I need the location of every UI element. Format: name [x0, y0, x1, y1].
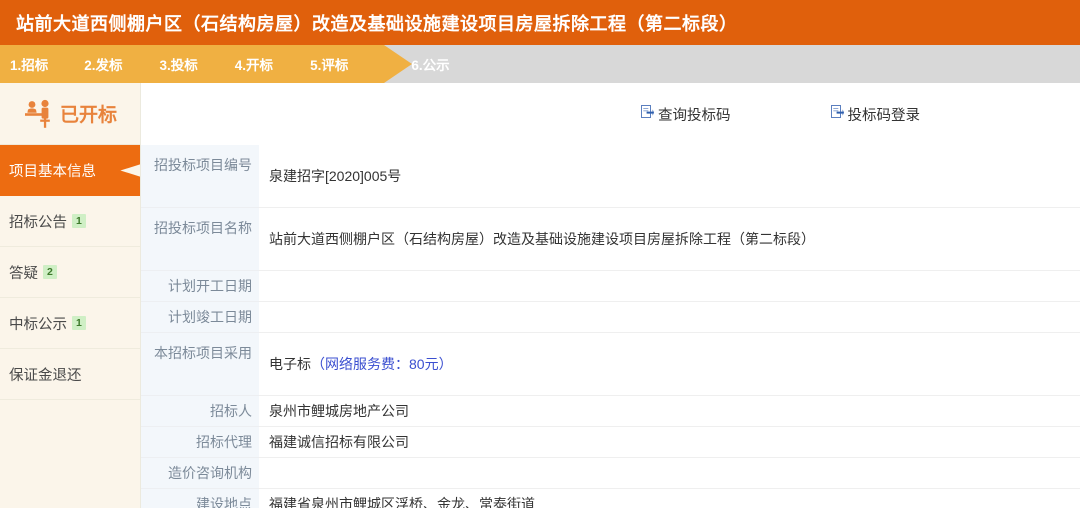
body-container: 已开标 项目基本信息 招标公告 1 答疑 2 中标公示 1 保证金退还 查询投标…	[0, 83, 1080, 508]
row-label: 建设地点	[141, 488, 259, 508]
row-value-note: （网络服务费：80元）	[311, 356, 453, 372]
step-list: 1.招标 2.发标 3.投标 4.开标 5.评标 6.公示	[0, 45, 1080, 83]
row-value	[259, 301, 1080, 333]
table-row: 招标人 泉州市鲤城房地产公司	[141, 395, 1080, 427]
sidebar-item-count-badge: 2	[43, 265, 57, 279]
row-label: 造价咨询机构	[141, 457, 259, 489]
row-value: 电子标（网络服务费：80元）	[259, 332, 1080, 396]
table-row: 计划竣工日期	[141, 301, 1080, 333]
step-item-2[interactable]: 2.发标	[84, 54, 122, 74]
page-title: 站前大道西侧棚户区（石结构房屋）改造及基础设施建设项目房屋拆除工程（第二标段）	[16, 13, 738, 34]
sidebar-item-label: 保证金退还	[9, 367, 82, 384]
sidebar-item-deposit-refund[interactable]: 保证金退还	[0, 349, 140, 400]
table-row: 招标代理 福建诚信招标有限公司	[141, 426, 1080, 458]
sidebar-filler	[0, 400, 140, 401]
bid-code-login-label: 投标码登录	[847, 107, 921, 124]
step-item-5[interactable]: 5.评标	[310, 54, 348, 74]
row-value: 泉建招字[2020]005号	[259, 145, 1080, 208]
table-row: 本招标项目采用 电子标（网络服务费：80元）	[141, 332, 1080, 396]
step-item-3[interactable]: 3.投标	[160, 54, 198, 74]
document-arrow-icon	[830, 105, 844, 123]
row-value: 站前大道西侧棚户区（石结构房屋）改造及基础设施建设项目房屋拆除工程（第二标段）	[259, 207, 1080, 271]
sidebar-item-label: 中标公示	[9, 316, 67, 333]
project-info-table: 招投标项目编号 泉建招字[2020]005号 招投标项目名称 站前大道西侧棚户区…	[141, 145, 1080, 508]
row-label: 计划竣工日期	[141, 301, 259, 333]
sidebar-item-winning-bid-notice[interactable]: 中标公示 1	[0, 298, 140, 349]
workflow-step-bar: 1.招标 2.发标 3.投标 4.开标 5.评标 6.公示	[0, 45, 1080, 83]
table-row: 建设地点 福建省泉州市鲤城区浮桥、金龙、常泰街道	[141, 488, 1080, 508]
table-row: 招投标项目名称 站前大道西侧棚户区（石结构房屋）改造及基础设施建设项目房屋拆除工…	[141, 207, 1080, 271]
row-label: 招标代理	[141, 426, 259, 458]
document-arrow-icon	[641, 105, 654, 123]
row-label: 招标人	[141, 395, 259, 427]
sidebar: 已开标 项目基本信息 招标公告 1 答疑 2 中标公示 1 保证金退还	[0, 83, 141, 508]
status-label: 已开标	[59, 105, 117, 126]
row-value: 福建省泉州市鲤城区浮桥、金龙、常泰街道	[259, 488, 1080, 508]
query-bid-code-link[interactable]: 查询投标码	[641, 104, 731, 125]
main-content: 查询投标码 投标码登录 招投标项目编号 泉建招字[2020]005号 招投标项目…	[141, 83, 1080, 508]
step-item-4[interactable]: 4.开标	[235, 54, 273, 74]
row-value	[259, 457, 1080, 489]
table-row: 招投标项目编号 泉建招字[2020]005号	[141, 145, 1080, 208]
page-header: 站前大道西侧棚户区（石结构房屋）改造及基础设施建设项目房屋拆除工程（第二标段）	[0, 0, 1080, 45]
query-bid-code-label: 查询投标码	[658, 107, 731, 124]
row-value-text: 电子标	[269, 356, 311, 372]
row-label: 招投标项目名称	[141, 207, 259, 271]
sidebar-item-label: 招标公告	[9, 214, 67, 231]
row-label: 招投标项目编号	[141, 145, 259, 208]
step-item-1[interactable]: 1.招标	[10, 54, 48, 74]
row-value: 泉州市鲤城房地产公司	[259, 395, 1080, 427]
status-banner: 已开标	[0, 83, 140, 145]
sidebar-item-label: 项目基本信息	[9, 163, 96, 180]
sidebar-item-tender-announcement[interactable]: 招标公告 1	[0, 196, 140, 247]
sidebar-item-qa[interactable]: 答疑 2	[0, 247, 140, 298]
row-label: 本招标项目采用	[141, 332, 259, 396]
sidebar-item-count-badge: 1	[72, 316, 86, 330]
bid-code-login-link[interactable]: 投标码登录	[830, 104, 921, 125]
row-value: 福建诚信招标有限公司	[259, 426, 1080, 458]
row-value	[259, 270, 1080, 302]
row-label: 计划开工日期	[141, 270, 259, 302]
sidebar-item-count-badge: 1	[72, 214, 86, 228]
table-row: 计划开工日期	[141, 270, 1080, 302]
sidebar-item-project-basic-info[interactable]: 项目基本信息	[0, 145, 140, 196]
bid-opening-icon	[23, 99, 57, 129]
table-row: 造价咨询机构	[141, 457, 1080, 489]
content-toolbar: 查询投标码 投标码登录	[141, 83, 1080, 145]
sidebar-item-label: 答疑	[9, 265, 38, 282]
page-root: 站前大道西侧棚户区（石结构房屋）改造及基础设施建设项目房屋拆除工程（第二标段） …	[0, 0, 1080, 508]
step-item-6[interactable]: 6.公示	[411, 54, 449, 74]
